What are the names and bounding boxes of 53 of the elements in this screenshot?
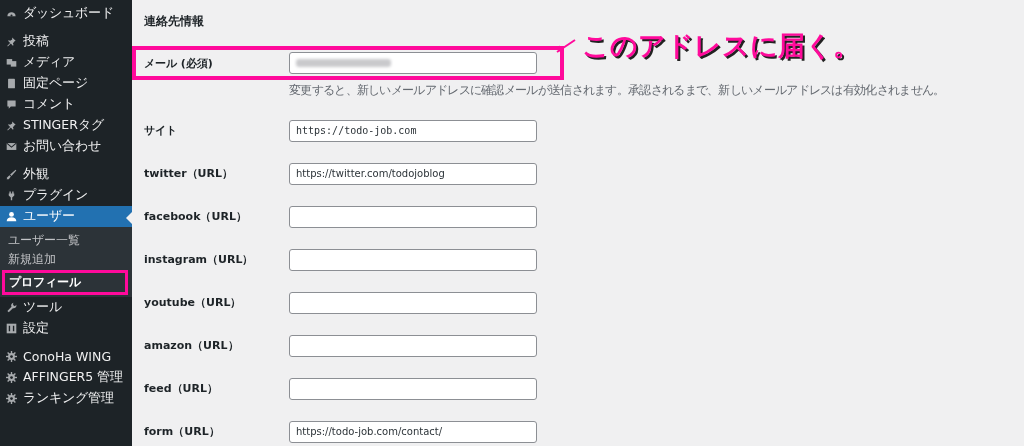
field-hint: 変更すると、新しいメールアドレスに確認メールが送信されます。承認されるまで、新しいメールアドレスは有効化されません。 xyxy=(289,82,946,99)
sidebar-item[interactable]: ダッシュボード xyxy=(0,3,132,24)
submenu-item[interactable]: プロフィール xyxy=(2,270,128,295)
input-field[interactable] xyxy=(289,377,537,400)
input-field[interactable] xyxy=(289,52,537,74)
field-label: facebook（URL） xyxy=(144,209,248,224)
input-field[interactable] xyxy=(289,334,537,357)
submenu-item[interactable]: 新規追加 xyxy=(0,250,132,269)
sidebar-item[interactable]: AFFINGER5 管理 xyxy=(0,367,132,388)
sidebar-item[interactable]: 外観 xyxy=(0,164,132,185)
field-label: サイト xyxy=(144,123,178,138)
field-label: form（URL） xyxy=(144,424,221,439)
pin-icon xyxy=(6,120,17,131)
field-label: twitter（URL） xyxy=(144,166,234,181)
sidebar-item[interactable]: メディア xyxy=(0,52,132,73)
field-label: メール (必須) xyxy=(144,55,214,71)
input-field[interactable]: https://twitter.com/todojoblog xyxy=(289,162,537,185)
submenu-item[interactable]: ユーザー一覧 xyxy=(0,231,132,250)
sidebar-item[interactable]: お問い合わせ xyxy=(0,136,132,157)
callout-text: このアドレスに届く。 xyxy=(582,29,860,63)
field-label: feed（URL） xyxy=(144,381,219,396)
input-field[interactable] xyxy=(289,205,537,228)
field-label: instagram（URL） xyxy=(144,252,255,267)
sidebar-item[interactable]: 設定 xyxy=(0,318,132,339)
sidebar-item[interactable]: ConoHa WING xyxy=(0,346,132,367)
sidebar-item[interactable]: 固定ページ xyxy=(0,73,132,94)
plug-icon xyxy=(6,190,17,201)
user-icon xyxy=(6,211,17,222)
input-field[interactable] xyxy=(289,248,537,271)
envelope-icon xyxy=(6,141,17,152)
comment-bubble-icon xyxy=(6,99,17,110)
sidebar-item[interactable]: ランキング管理 xyxy=(0,388,132,409)
input-field[interactable]: https://todo-job.com xyxy=(289,119,537,142)
input-field[interactable]: https://todo-job.com/contact/ xyxy=(289,420,537,443)
pages-icon xyxy=(6,78,17,89)
gear-icon xyxy=(6,372,17,383)
sidebar-item[interactable]: STINGERタグ xyxy=(0,115,132,136)
media-icon xyxy=(6,57,17,68)
paintbrush-icon xyxy=(6,169,17,180)
field-label: amazon（URL） xyxy=(144,338,240,353)
sidebar-item[interactable]: ツール xyxy=(0,297,132,318)
settings-icon xyxy=(6,323,17,334)
field-label: youtube（URL） xyxy=(144,295,243,310)
sidebar-item[interactable]: コメント xyxy=(0,94,132,115)
gear-icon xyxy=(6,393,17,404)
input-field[interactable] xyxy=(289,291,537,314)
sidebar-item[interactable]: プラグイン xyxy=(0,185,132,206)
gear-icon xyxy=(6,351,17,362)
wrench-icon xyxy=(6,302,17,313)
sidebar-item[interactable]: ユーザー xyxy=(0,206,132,227)
pin-icon xyxy=(6,36,17,47)
section-heading: 連絡先情報 xyxy=(144,13,205,30)
sidebar-item[interactable]: 投稿 xyxy=(0,31,132,52)
